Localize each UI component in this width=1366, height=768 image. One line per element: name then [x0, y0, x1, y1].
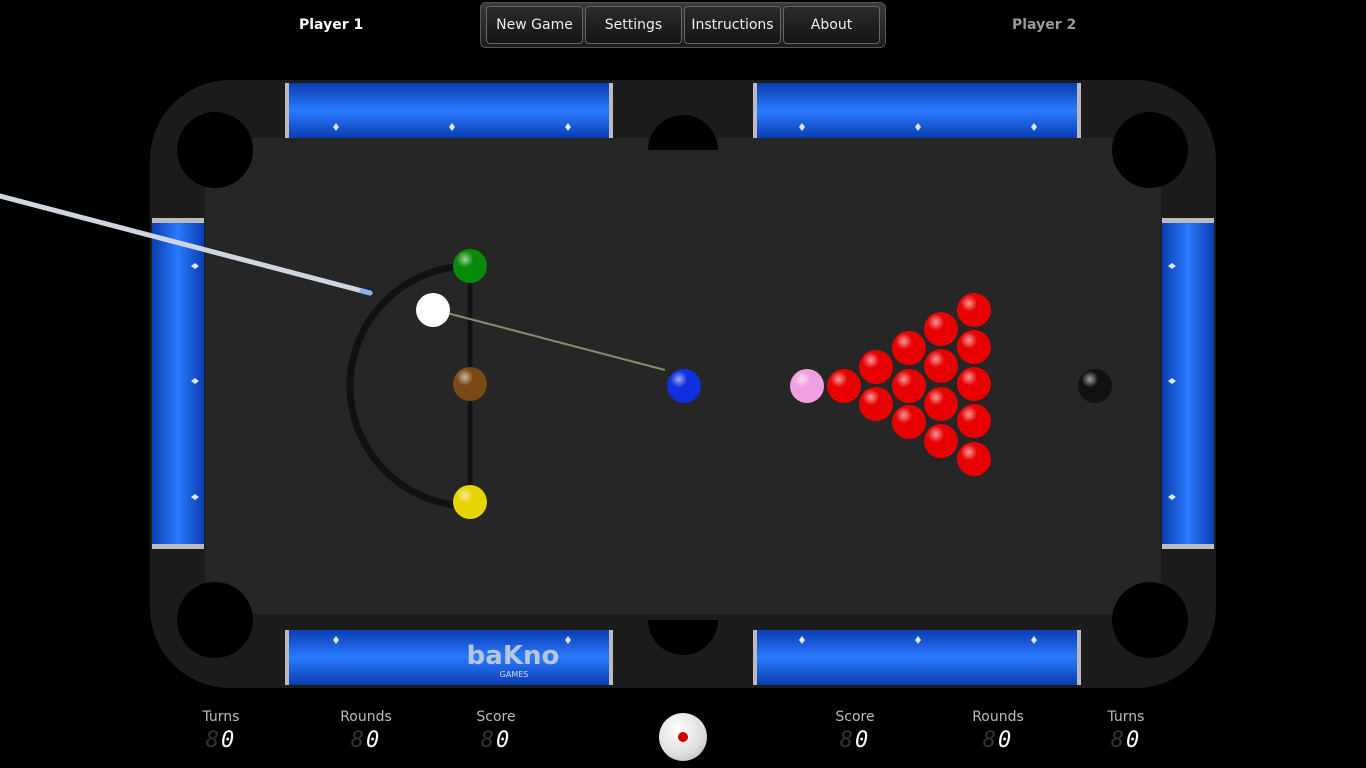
p1-rounds-value: 0 — [366, 728, 382, 753]
bakno-logo-sub: GAMES — [500, 670, 529, 679]
p1-turns-value: 0 — [221, 728, 237, 753]
p2-rounds-label: Rounds — [972, 709, 1024, 725]
p2-score-label: Score — [835, 709, 875, 725]
red-ball-shine — [859, 350, 893, 384]
red-ball-shine — [827, 369, 861, 403]
blue-ball-shine — [667, 369, 701, 403]
p2-rounds: Rounds 80 — [958, 709, 1038, 753]
p1-score-value: 0 — [496, 728, 512, 753]
p1-rounds: Rounds 80 — [326, 709, 406, 753]
p1-rounds-label: Rounds — [340, 709, 392, 725]
red-ball-shine — [957, 293, 991, 327]
red-ball-shine — [859, 387, 893, 421]
pocket-bottom-left — [177, 582, 253, 658]
black-ball-shine — [1078, 369, 1112, 403]
p1-score: Score 80 — [456, 709, 536, 753]
bakno-logo: baKno — [467, 641, 560, 671]
pink-ball-shine — [790, 369, 824, 403]
p1-turns: Turns 80 — [181, 709, 261, 753]
red-ball-shine — [924, 312, 958, 346]
pocket-bottom-right — [1112, 582, 1188, 658]
p2-turns: Turns 80 — [1086, 709, 1166, 753]
red-ball-shine — [892, 369, 926, 403]
red-ball-shine — [924, 349, 958, 383]
cue-tip — [359, 288, 373, 296]
p2-score: Score 80 — [815, 709, 895, 753]
brown-ball-shine — [453, 367, 487, 401]
red-ball-shine — [957, 367, 991, 401]
pocket-top-right — [1112, 112, 1188, 188]
p1-turns-label: Turns — [202, 709, 240, 725]
pocket-top-left — [177, 112, 253, 188]
turn-indicator-cue-ball — [659, 713, 707, 761]
red-ball-shine — [892, 405, 926, 439]
red-ball-shine — [924, 387, 958, 421]
red-ball-shine — [924, 424, 958, 458]
red-ball-shine — [957, 404, 991, 438]
green-ball-shine — [453, 249, 487, 283]
p2-score-value: 0 — [855, 728, 871, 753]
turn-indicator-red-dot — [678, 732, 688, 742]
p1-score-label: Score — [476, 709, 516, 725]
red-ball-shine — [957, 442, 991, 476]
red-ball-shine — [892, 331, 926, 365]
red-ball-shine — [957, 330, 991, 364]
p2-rounds-value: 0 — [998, 728, 1014, 753]
p2-turns-label: Turns — [1107, 709, 1145, 725]
p2-turns-value: 0 — [1126, 728, 1142, 753]
rail-top-left — [286, 83, 612, 138]
yellow-ball-shine — [453, 485, 487, 519]
snooker-table[interactable]: baKno GAMES — [0, 0, 1366, 700]
cue-ball-shine — [416, 293, 450, 327]
